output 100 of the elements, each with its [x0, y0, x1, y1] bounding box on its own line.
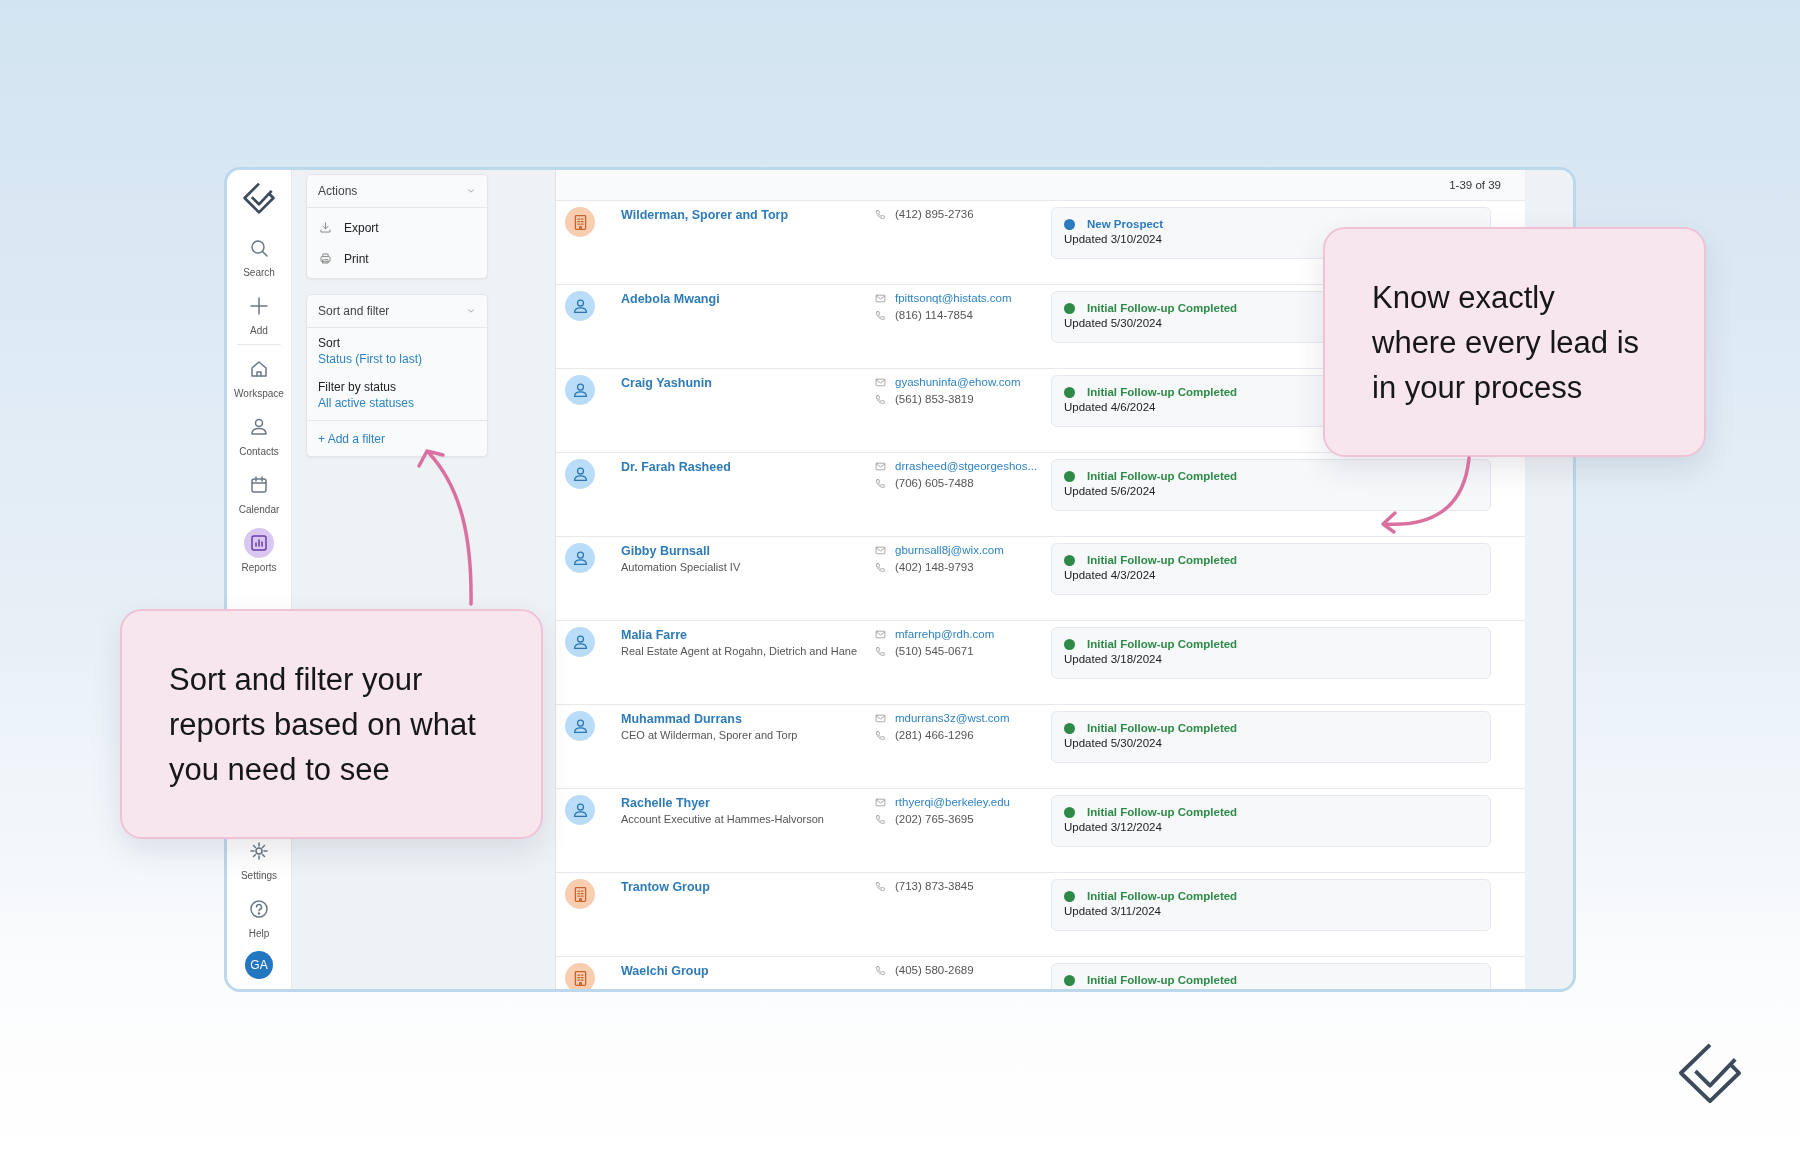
- person-avatar: [565, 375, 595, 405]
- status-label: Initial Follow-up Completed: [1087, 890, 1238, 902]
- lead-row[interactable]: Waelchi Group (405) 580-2689 Initial Follow-up Completed: [556, 957, 1525, 989]
- mail-icon: [875, 292, 886, 304]
- nav-item[interactable]: Calendar: [227, 463, 291, 521]
- lead-name[interactable]: Gibby Burnsall: [621, 544, 875, 558]
- lead-row[interactable]: Trantow Group (713) 873-3845 Initial Follow-up Completed Updated 3/11/2024: [556, 873, 1525, 957]
- phone-icon: [875, 309, 886, 321]
- email-link[interactable]: rthyerqi@berkeley.edu: [895, 796, 1011, 808]
- result-count: 1-39 of 39: [1449, 179, 1501, 191]
- mail-icon: [875, 712, 886, 724]
- status-label: Initial Follow-up Completed: [1087, 722, 1238, 734]
- status-label: Initial Follow-up Completed: [1087, 638, 1238, 650]
- person-avatar: [565, 291, 595, 321]
- status-label: Initial Follow-up Completed: [1087, 806, 1238, 818]
- updated-date: Updated 3/12/2024: [1064, 821, 1163, 833]
- mail-icon: [875, 460, 886, 472]
- logo-icon: [1676, 1041, 1744, 1105]
- phone-icon: [875, 729, 886, 741]
- phone-icon: [875, 813, 886, 825]
- lead-name[interactable]: Rachelle Thyer: [621, 796, 875, 810]
- nav-item[interactable]: Workspace: [227, 347, 291, 405]
- menu-item[interactable]: Print: [307, 243, 487, 274]
- field-label: Filter by status: [318, 380, 398, 394]
- email-link[interactable]: gburnsall8j@wix.com: [895, 544, 1004, 556]
- email-link[interactable]: drrasheed@stgeorgeshos...: [895, 460, 1038, 472]
- mail-icon: [875, 628, 886, 640]
- lead-name[interactable]: Malia Farre: [621, 628, 875, 642]
- nav-item[interactable]: Help: [227, 887, 291, 945]
- phone-number: (402) 148-9793: [895, 561, 974, 573]
- updated-date: Updated 4/3/2024: [1064, 569, 1157, 581]
- search-icon: [249, 237, 269, 258]
- lead-title: Real Estate Agent at Rogahn, Dietrich and Hane: [621, 645, 859, 657]
- phone-icon: [875, 964, 886, 976]
- status-label: Initial Follow-up Completed: [1087, 470, 1238, 482]
- person-avatar: [565, 627, 595, 657]
- lead-name[interactable]: Trantow Group: [621, 880, 875, 894]
- logo-icon: [241, 180, 277, 216]
- house-icon: [249, 358, 269, 379]
- phone-number: (202) 765-3695: [895, 813, 974, 825]
- updated-date: Updated 3/10/2024: [1064, 233, 1163, 245]
- updated-date: Updated 5/30/2024: [1064, 317, 1163, 329]
- phone-icon: [875, 880, 886, 892]
- lead-row[interactable]: Dr. Farah Rasheed drrasheed@stgeorgeshos... (706) 605-7488 Initial Follow-up Completed Updated 5/6/2024: [556, 453, 1525, 537]
- status-label: Initial Follow-up Completed: [1087, 554, 1238, 566]
- email-link[interactable]: fpittsonqt@histats.com: [895, 292, 1012, 304]
- status-label: Initial Follow-up Completed: [1087, 974, 1238, 986]
- lead-name[interactable]: Craig Yashunin: [621, 376, 875, 390]
- nav-item[interactable]: Add: [227, 284, 291, 342]
- download-icon: [319, 221, 332, 234]
- person-icon: [249, 416, 269, 437]
- lead-name[interactable]: Muhammad Durrans: [621, 712, 875, 726]
- phone-icon: [875, 393, 886, 405]
- field-value-link[interactable]: All active statuses: [318, 396, 476, 410]
- updated-date: Updated 3/11/2024: [1064, 905, 1162, 917]
- field-value-link[interactable]: Status (First to last): [318, 352, 476, 366]
- updated-date: Updated 3/18/2024: [1064, 653, 1163, 665]
- mail-icon: [875, 544, 886, 556]
- phone-number: (816) 114-7854: [895, 309, 973, 321]
- lead-row[interactable]: Rachelle Thyer Account Executive at Hammes-Halvorson rthyerqi@berkeley.edu (202) 765-3695 Initial Follow-up Completed Updated 3/12/2024: [556, 789, 1525, 873]
- mail-icon: [875, 376, 886, 388]
- nav-item[interactable]: Reports: [227, 521, 291, 579]
- lead-title: Account Executive at Hammes-Halvorson: [621, 813, 825, 825]
- phone-icon: [875, 561, 886, 573]
- status-label: Initial Follow-up Completed: [1087, 302, 1238, 314]
- phone-icon: [875, 208, 886, 220]
- company-avatar: [565, 207, 595, 237]
- lead-name[interactable]: Wilderman, Sporer and Torp: [621, 208, 875, 222]
- user-avatar[interactable]: GA: [245, 951, 273, 979]
- bar-chart-icon: [249, 532, 269, 553]
- person-avatar: [565, 795, 595, 825]
- lead-row[interactable]: Gibby Burnsall Automation Specialist IV gburnsall8j@wix.com (402) 148-9793 Initial Follow-up Completed Updated 4/3/2024: [556, 537, 1525, 621]
- mail-icon: [875, 796, 886, 808]
- phone-number: (706) 605-7488: [895, 477, 974, 489]
- lead-title: CEO at Wilderman, Sporer and Torp: [621, 729, 799, 741]
- phone-number: (412) 895-2736: [895, 208, 974, 220]
- calendar-icon: [249, 474, 269, 495]
- person-avatar: [565, 543, 595, 573]
- email-link[interactable]: mdurrans3z@wst.com: [895, 712, 1010, 724]
- field-label: Sort: [318, 336, 341, 350]
- nav-item[interactable]: Settings: [227, 829, 291, 887]
- phone-icon: [875, 477, 886, 489]
- email-link[interactable]: mfarrehp@rdh.com: [895, 628, 995, 640]
- lead-row[interactable]: Malia Farre Real Estate Agent at Rogahn, Dietrich and Hane mfarrehp@rdh.com (510) 545-0671 Initial Follow-up Completed Updated 3/18/2024: [556, 621, 1525, 705]
- panel-title: Sort and filter: [318, 304, 390, 318]
- lead-name[interactable]: Dr. Farah Rasheed: [621, 460, 875, 474]
- status-label: New Prospect: [1087, 218, 1164, 230]
- email-link[interactable]: gyashuninfa@ehow.com: [895, 376, 1021, 388]
- lead-row[interactable]: Muhammad Durrans CEO at Wilderman, Sporer and Torp mdurrans3z@wst.com (281) 466-1296 Initial Follow-up Completed Updated 5/30/2024: [556, 705, 1525, 789]
- updated-date: Updated 4/6/2024: [1064, 401, 1157, 413]
- lead-name[interactable]: Waelchi Group: [621, 964, 875, 978]
- nav-item[interactable]: Search: [227, 226, 291, 284]
- phone-number: (281) 466-1296: [895, 729, 974, 741]
- nav-item[interactable]: Contacts: [227, 405, 291, 463]
- lead-name[interactable]: Adebola Mwangi: [621, 292, 875, 306]
- phone-number: (510) 545-0671: [895, 645, 974, 657]
- add-filter-link[interactable]: + Add a filter: [318, 432, 386, 446]
- person-avatar: [565, 459, 595, 489]
- menu-item[interactable]: Export: [307, 212, 487, 243]
- company-avatar: [565, 963, 595, 989]
